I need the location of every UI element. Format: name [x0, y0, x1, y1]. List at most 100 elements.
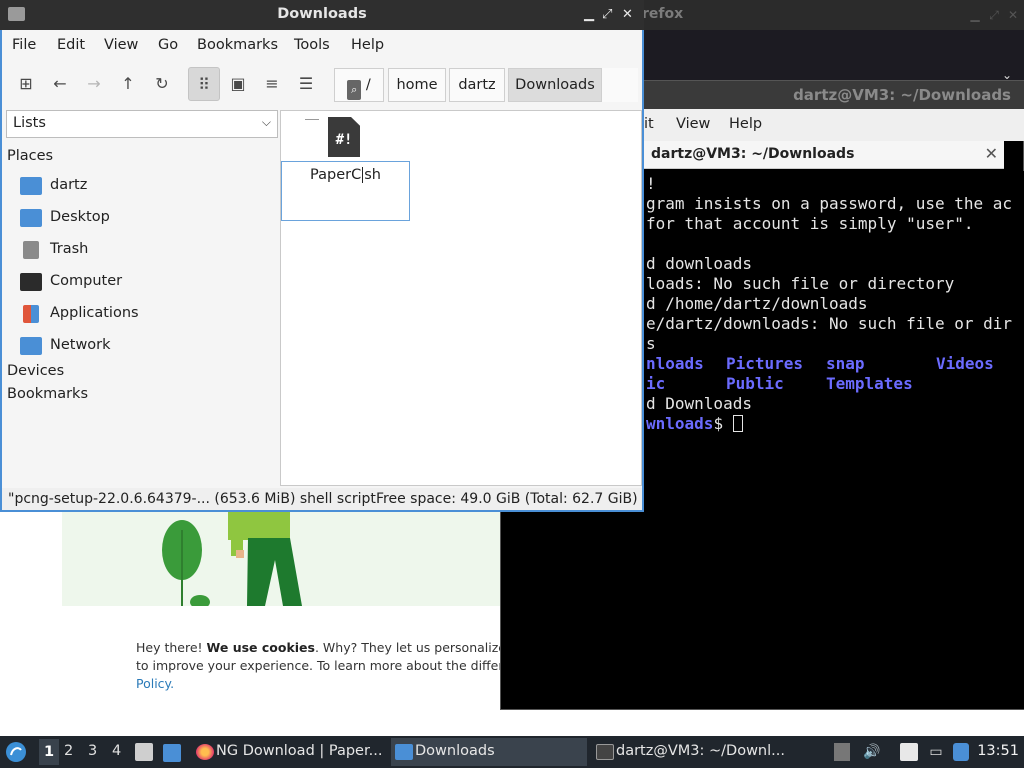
terminal-line: ! — [646, 174, 656, 193]
sidebar-item-trash[interactable]: Trash — [20, 237, 270, 265]
terminal-line: loads: No such file or directory — [646, 274, 955, 293]
maximize-icon[interactable]: ⤢ — [987, 8, 1001, 22]
sidebar-item-label: Network — [50, 337, 111, 353]
close-tab-icon[interactable]: ✕ — [985, 144, 998, 163]
terminal-tab[interactable]: dartz@VM3: ~/Downloads ✕ — [644, 141, 1004, 169]
file-manager-titlebar[interactable]: Downloads ▁ ⤢ ✕ — [0, 0, 644, 30]
breadcrumb-downloads[interactable]: Downloads — [508, 68, 602, 102]
terminal-output[interactable]: ! gram insists on a password, use the ac… — [644, 171, 1024, 709]
volume-icon[interactable]: 🔊 — [863, 743, 881, 761]
file-manager-title: Downloads — [277, 6, 367, 22]
compact-view-icon[interactable]: ≡ — [256, 67, 288, 101]
sidebar-item-network[interactable]: Network — [20, 333, 270, 361]
sidebar-item-label: dartz — [50, 177, 88, 193]
cookie-text-line2: to improve your experience. To learn mor… — [136, 658, 502, 673]
network-tray-icon[interactable]: ▭ — [927, 743, 945, 761]
sidebar-item-desktop[interactable]: Desktop — [20, 205, 270, 233]
minimize-icon[interactable]: ▁ — [584, 7, 594, 22]
shell-script-icon[interactable]: #! — [328, 117, 360, 157]
file-view[interactable]: #! PaperC sh — [280, 110, 642, 486]
breadcrumb-spacer — [602, 68, 638, 102]
cookie-banner: Hey there! We use cookies. Why? They let… — [0, 606, 502, 736]
terminal-cursor — [732, 415, 743, 432]
terminal-tab-title: dartz@VM3: ~/Downloads — [651, 146, 855, 162]
terminal-icon — [596, 744, 614, 760]
terminal-menu-view[interactable]: View — [676, 116, 710, 132]
terminal-menu-help[interactable]: Help — [729, 116, 762, 132]
menubar: File Edit View Go Bookmarks Tools Help — [2, 30, 642, 60]
breadcrumb-home[interactable]: home — [388, 68, 446, 102]
menu-file[interactable]: File — [12, 37, 36, 53]
task-downloads[interactable]: Downloads — [391, 738, 587, 766]
thumbnail-view-icon[interactable]: ▣ — [222, 67, 254, 101]
terminal-window-title: dartz@VM3: ~/Downloads — [793, 86, 1011, 104]
terminal-line: for that account is simply "user". — [646, 214, 974, 233]
clipboard-icon[interactable] — [900, 743, 918, 761]
menu-tools[interactable]: Tools — [294, 37, 330, 53]
terminal-line: d Downloads — [646, 394, 752, 413]
applications-icon — [23, 305, 39, 323]
icon-view-icon[interactable]: ⠿ — [188, 67, 220, 101]
cookie-text-line1: Hey there! We use cookies. Why? They let… — [136, 640, 502, 655]
menu-edit[interactable]: Edit — [57, 37, 85, 53]
file-manager-window: Downloads ▁ ⤢ ✕ File Edit View Go Bookma… — [0, 0, 644, 512]
sidebar-view-select[interactable]: Lists ⌵ — [6, 110, 278, 138]
task-firefox[interactable]: NG Download | Paper... — [192, 738, 384, 766]
workspace-2[interactable]: 2 — [64, 743, 73, 759]
menu-view[interactable]: View — [104, 37, 138, 53]
minimize-icon[interactable]: ▁ — [968, 8, 982, 22]
close-icon[interactable]: ✕ — [1006, 8, 1020, 22]
hero-illustration — [0, 510, 502, 606]
file-manager-launcher-icon[interactable] — [135, 743, 153, 761]
sidebar-item-label: Computer — [50, 273, 123, 289]
up-icon[interactable]: ↑ — [112, 67, 144, 101]
menu-go[interactable]: Go — [158, 37, 178, 53]
workspace-1[interactable]: 1 — [39, 739, 60, 765]
reload-icon[interactable]: ↻ — [146, 67, 178, 101]
back-icon[interactable]: ← — [44, 67, 76, 101]
forward-icon[interactable]: → — [78, 67, 110, 101]
sidebar-item-applications[interactable]: Applications — [20, 301, 270, 329]
menu-help[interactable]: Help — [351, 37, 384, 53]
places-header[interactable]: Places — [7, 148, 53, 164]
task-label: Downloads — [415, 743, 495, 759]
terminal-line: d /home/dartz/downloads — [646, 294, 868, 313]
terminal-menu-edit[interactable]: it — [644, 116, 654, 132]
taskbar: 1 2 3 4 NG Download | Paper... Downloads… — [0, 736, 1024, 768]
terminal-line: s — [646, 334, 656, 353]
start-menu-icon[interactable] — [5, 741, 27, 763]
clock: 13:51 — [977, 743, 1019, 759]
menu-bookmarks[interactable]: Bookmarks — [197, 37, 278, 53]
task-terminal[interactable]: dartz@VM3: ~/Downl... — [592, 738, 788, 766]
new-tab-icon[interactable]: ⊞ — [10, 67, 42, 101]
close-icon[interactable]: ✕ — [622, 7, 633, 22]
sidebar: Lists ⌵ Places dartz Desktop Trash Compu… — [4, 110, 278, 486]
home-folder-icon — [20, 177, 42, 195]
sidebar-item-label: Desktop — [50, 209, 110, 225]
desktop-launcher-icon[interactable] — [163, 744, 181, 762]
workspace-4[interactable]: 4 — [112, 743, 121, 759]
breadcrumb-dartz[interactable]: dartz — [449, 68, 505, 102]
workspace-3[interactable]: 3 — [88, 743, 97, 759]
upload-icon[interactable] — [834, 743, 850, 761]
file-rename-box[interactable]: PaperC sh — [281, 161, 410, 221]
statusbar: "pcng-setup-22.0.6.64379-... (653.6 MiB)… — [2, 488, 642, 510]
bookmarks-header[interactable]: Bookmarks — [7, 386, 88, 402]
sidebar-item-dartz[interactable]: dartz — [20, 173, 270, 201]
chevron-down-icon: ⌵ — [261, 115, 271, 129]
search-icon[interactable]: ⌕ — [347, 80, 362, 100]
devices-header[interactable]: Devices — [7, 363, 64, 379]
status-selected-file: "pcng-setup-22.0.6.64379-... (653.6 MiB)… — [8, 491, 376, 507]
sidebar-view-value: Lists — [13, 115, 46, 131]
maximize-icon[interactable]: ⤢ — [602, 7, 612, 22]
file-name-input[interactable]: PaperC sh — [282, 167, 409, 183]
update-icon[interactable] — [953, 743, 969, 761]
breadcrumb-root[interactable]: ⌕ / — [334, 68, 384, 102]
toolbar: ⊞ ← → ↑ ↻ ⠿ ▣ ≡ ☰ ⌕ / home dartz Downloa… — [2, 62, 642, 106]
divider — [305, 119, 319, 120]
detailed-view-icon[interactable]: ☰ — [290, 67, 322, 101]
network-icon — [20, 337, 42, 355]
privacy-policy-link[interactable]: Policy. — [136, 676, 174, 691]
task-label: NG Download | Paper... — [216, 743, 383, 759]
sidebar-item-computer[interactable]: Computer — [20, 269, 270, 297]
